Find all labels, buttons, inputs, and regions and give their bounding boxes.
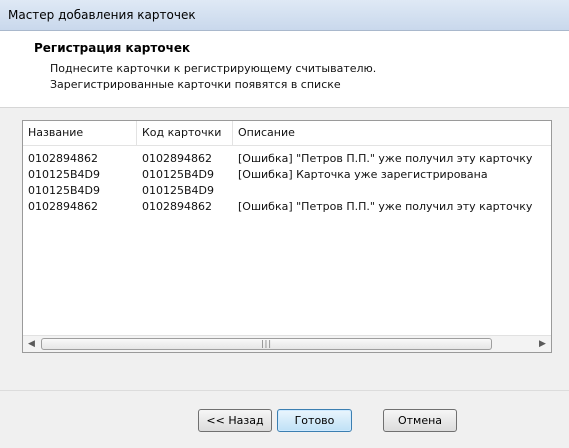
cell-description: [Ошибка] Карточка уже зарегистрирована	[238, 168, 488, 181]
list-item[interactable]: 010125B4D9 010125B4D9	[23, 183, 551, 199]
cell-description	[233, 183, 551, 199]
cell-name: 0102894862	[28, 152, 98, 165]
title-bar: Мастер добавления карточек	[0, 0, 569, 31]
finish-button[interactable]: Готово	[277, 409, 352, 432]
back-button[interactable]: << Назад	[198, 409, 272, 432]
list-header: Название Код карточки Описание	[23, 121, 551, 146]
scroll-right-icon[interactable]: ▶	[534, 336, 551, 352]
list-item[interactable]: 0102894862 0102894862 [Ошибка] "Петров П…	[23, 151, 551, 167]
column-header-name[interactable]: Название	[23, 121, 137, 145]
scroll-left-icon[interactable]: ◀	[23, 336, 40, 352]
window-title: Мастер добавления карточек	[8, 8, 196, 22]
cell-card-code: 0102894862	[142, 152, 212, 165]
cell-description: [Ошибка] "Петров П.П." уже получил эту к…	[238, 200, 533, 213]
column-header-description[interactable]: Описание	[233, 121, 551, 145]
horizontal-scrollbar[interactable]: ◀ ||| ▶	[23, 335, 551, 352]
column-header-card-code[interactable]: Код карточки	[137, 121, 233, 145]
instruction-line-1: Поднесите карточки к регистрирующему счи…	[50, 62, 377, 75]
footer-divider	[0, 390, 569, 391]
cell-card-code: 0102894862	[142, 200, 212, 213]
cell-card-code: 010125B4D9	[142, 184, 215, 197]
grip-icon: |||	[260, 339, 273, 348]
cancel-button[interactable]: Отмена	[383, 409, 457, 432]
wizard-header: Регистрация карточек Поднесите карточки …	[0, 31, 569, 108]
list-item[interactable]: 010125B4D9 010125B4D9 [Ошибка] Карточка …	[23, 167, 551, 183]
list-item[interactable]: 0102894862 0102894862 [Ошибка] "Петров П…	[23, 199, 551, 215]
cell-name: 010125B4D9	[28, 168, 101, 181]
page-title: Регистрация карточек	[34, 41, 191, 55]
cell-name: 010125B4D9	[28, 184, 101, 197]
cell-name: 0102894862	[28, 200, 98, 213]
cell-description: [Ошибка] "Петров П.П." уже получил эту к…	[238, 152, 533, 165]
scroll-thumb[interactable]: |||	[41, 338, 492, 350]
cards-list[interactable]: Название Код карточки Описание 010289486…	[22, 120, 552, 353]
cell-card-code: 010125B4D9	[142, 168, 215, 181]
instruction-line-2: Зарегистрированные карточки появятся в с…	[50, 78, 341, 91]
